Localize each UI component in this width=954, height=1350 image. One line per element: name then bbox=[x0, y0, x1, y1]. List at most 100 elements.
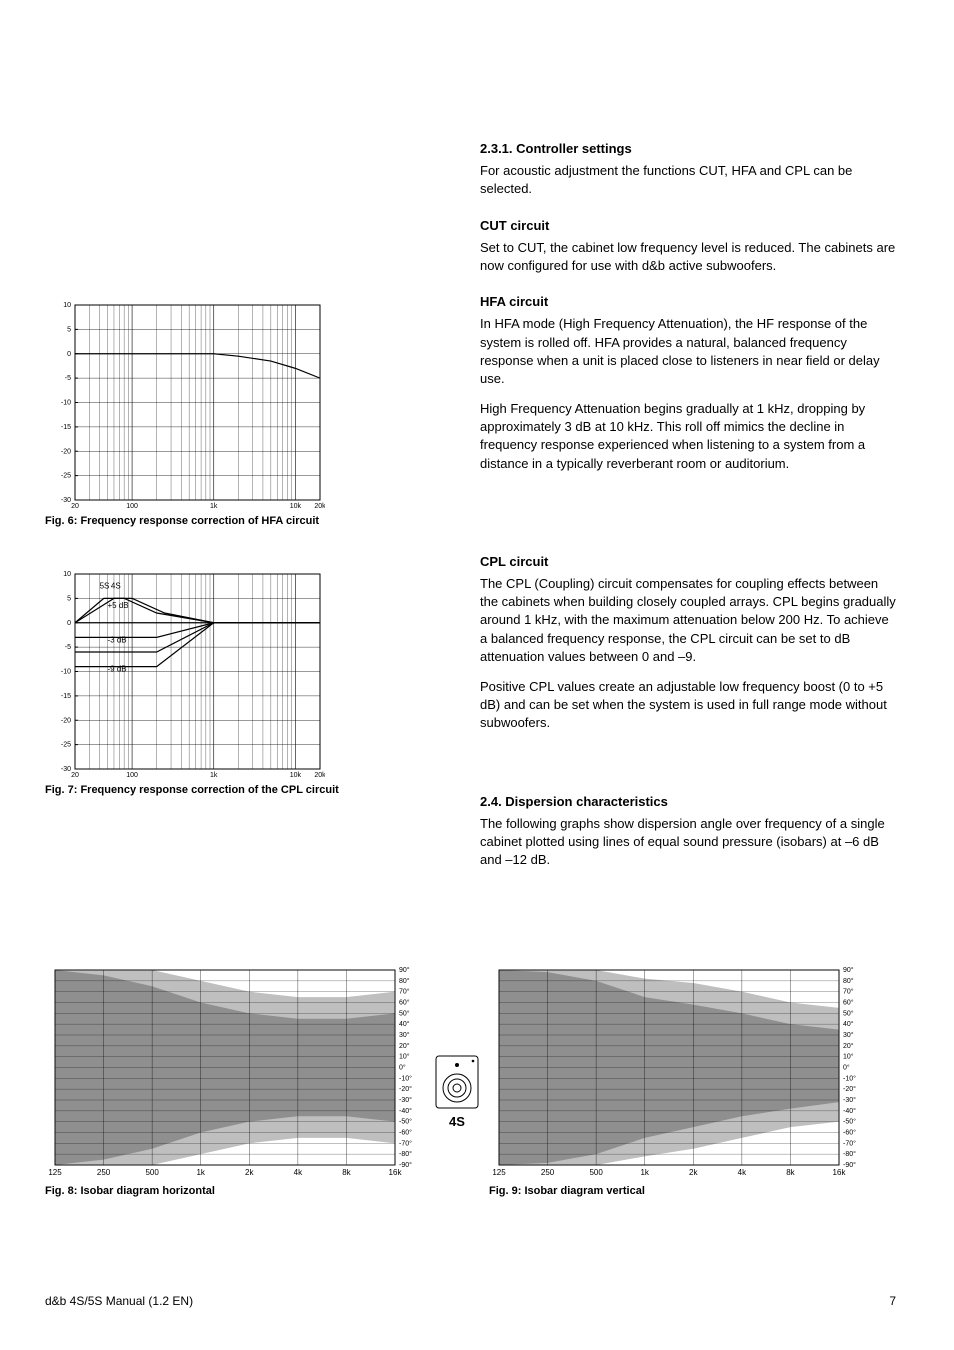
svg-text:4S: 4S bbox=[111, 582, 121, 591]
svg-text:16k: 16k bbox=[389, 1168, 403, 1177]
svg-text:10°: 10° bbox=[399, 1053, 410, 1061]
heading-dispersion: 2.4. Dispersion characteristics bbox=[480, 793, 896, 811]
svg-text:-30°: -30° bbox=[399, 1096, 412, 1104]
svg-text:10k: 10k bbox=[290, 503, 302, 510]
svg-text:1k: 1k bbox=[210, 772, 218, 779]
svg-text:-10°: -10° bbox=[843, 1074, 856, 1082]
svg-text:20: 20 bbox=[71, 503, 79, 510]
svg-text:250: 250 bbox=[541, 1168, 555, 1177]
svg-text:1k: 1k bbox=[210, 503, 218, 510]
footer-page-number: 7 bbox=[889, 1293, 896, 1310]
footer-left: d&b 4S/5S Manual (1.2 EN) bbox=[45, 1293, 193, 1310]
svg-text:-5: -5 bbox=[65, 645, 71, 652]
speaker-label: 4S bbox=[449, 1113, 465, 1131]
svg-text:-20°: -20° bbox=[843, 1085, 856, 1093]
chart-fig8: 90°80°70°60°50°40°30°20°10°0°-10°-20°-30… bbox=[45, 965, 425, 1180]
svg-text:-80°: -80° bbox=[843, 1150, 856, 1158]
svg-text:-15: -15 bbox=[61, 424, 71, 431]
svg-text:5: 5 bbox=[67, 326, 71, 333]
p-cpl-2: Positive CPL values create an adjustable… bbox=[480, 678, 896, 733]
caption-fig9: Fig. 9: Isobar diagram vertical bbox=[489, 1184, 869, 1199]
page-footer: d&b 4S/5S Manual (1.2 EN) 7 bbox=[45, 1293, 896, 1310]
svg-text:60°: 60° bbox=[399, 999, 410, 1007]
svg-text:90°: 90° bbox=[843, 966, 854, 974]
svg-text:90°: 90° bbox=[399, 966, 410, 974]
svg-text:4k: 4k bbox=[738, 1168, 747, 1177]
svg-text:100: 100 bbox=[126, 503, 138, 510]
svg-text:250: 250 bbox=[97, 1168, 111, 1177]
svg-text:50°: 50° bbox=[843, 1009, 854, 1017]
svg-text:-50°: -50° bbox=[399, 1118, 412, 1126]
svg-text:125: 125 bbox=[48, 1168, 62, 1177]
svg-text:20k: 20k bbox=[314, 772, 325, 779]
svg-text:8k: 8k bbox=[342, 1168, 351, 1177]
svg-text:70°: 70° bbox=[843, 988, 854, 996]
p-hfa-1: In HFA mode (High Frequency Attenuation)… bbox=[480, 315, 896, 388]
heading-cut: CUT circuit bbox=[480, 217, 896, 235]
svg-text:16k: 16k bbox=[833, 1168, 847, 1177]
svg-text:80°: 80° bbox=[843, 977, 854, 985]
svg-text:0: 0 bbox=[67, 620, 71, 627]
svg-text:-20: -20 bbox=[61, 718, 71, 725]
p-cut: Set to CUT, the cabinet low frequency le… bbox=[480, 239, 896, 275]
svg-text:500: 500 bbox=[145, 1168, 159, 1177]
section-cpl: CPL circuit The CPL (Coupling) circuit c… bbox=[480, 553, 896, 733]
svg-text:2k: 2k bbox=[689, 1168, 698, 1177]
svg-text:-50°: -50° bbox=[843, 1118, 856, 1126]
svg-text:60°: 60° bbox=[843, 999, 854, 1007]
p-cpl-1: The CPL (Coupling) circuit compensates f… bbox=[480, 575, 896, 666]
svg-text:10k: 10k bbox=[290, 772, 302, 779]
speaker-icon-4s: 4S bbox=[435, 1055, 479, 1131]
svg-text:2k: 2k bbox=[245, 1168, 254, 1177]
svg-text:-25: -25 bbox=[61, 473, 71, 480]
svg-text:-30°: -30° bbox=[843, 1096, 856, 1104]
speaker-icon bbox=[435, 1055, 479, 1109]
svg-text:80°: 80° bbox=[399, 977, 410, 985]
svg-text:20k: 20k bbox=[314, 503, 325, 510]
heading-controller: 2.3.1. Controller settings bbox=[480, 140, 896, 158]
svg-text:-9 dB: -9 dB bbox=[107, 665, 126, 674]
svg-text:-30: -30 bbox=[61, 766, 71, 773]
svg-text:-3 dB: -3 dB bbox=[107, 636, 126, 645]
svg-text:-60°: -60° bbox=[399, 1129, 412, 1137]
svg-text:5: 5 bbox=[67, 596, 71, 603]
section-cut: CUT circuit Set to CUT, the cabinet low … bbox=[480, 217, 896, 276]
svg-text:-80°: -80° bbox=[399, 1150, 412, 1158]
svg-text:0: 0 bbox=[67, 351, 71, 358]
heading-cpl: CPL circuit bbox=[480, 553, 896, 571]
svg-text:70°: 70° bbox=[399, 988, 410, 996]
p-controller-intro: For acoustic adjustment the functions CU… bbox=[480, 162, 896, 198]
svg-text:4k: 4k bbox=[294, 1168, 303, 1177]
svg-text:100: 100 bbox=[126, 772, 138, 779]
p-hfa-2: High Frequency Attenuation begins gradua… bbox=[480, 400, 896, 473]
svg-text:40°: 40° bbox=[843, 1020, 854, 1028]
section-controller-settings: 2.3.1. Controller settings For acoustic … bbox=[480, 140, 896, 199]
svg-text:0°: 0° bbox=[399, 1064, 406, 1072]
svg-text:-10: -10 bbox=[61, 669, 71, 676]
section-dispersion: 2.4. Dispersion characteristics The foll… bbox=[480, 793, 896, 870]
chart-fig9: 90°80°70°60°50°40°30°20°10°0°-10°-20°-30… bbox=[489, 965, 869, 1180]
svg-text:-20°: -20° bbox=[399, 1085, 412, 1093]
chart-fig7: 1050-5-10-15-20-25-30201001k10k20k5S4S+5… bbox=[45, 569, 325, 779]
chart-fig6: 1050-5-10-15-20-25-30201001k10k20k bbox=[45, 300, 325, 510]
svg-text:10°: 10° bbox=[843, 1053, 854, 1061]
svg-text:-5: -5 bbox=[65, 375, 71, 382]
svg-text:30°: 30° bbox=[843, 1031, 854, 1039]
svg-text:125: 125 bbox=[492, 1168, 506, 1177]
svg-text:30°: 30° bbox=[399, 1031, 410, 1039]
svg-text:20: 20 bbox=[71, 772, 79, 779]
caption-fig6: Fig. 6: Frequency response correction of… bbox=[45, 514, 365, 529]
caption-fig7: Fig. 7: Frequency response correction of… bbox=[45, 783, 365, 798]
svg-text:-25: -25 bbox=[61, 742, 71, 749]
svg-text:+5 dB: +5 dB bbox=[107, 602, 128, 611]
svg-text:-40°: -40° bbox=[399, 1107, 412, 1115]
svg-text:-20: -20 bbox=[61, 448, 71, 455]
svg-text:-15: -15 bbox=[61, 693, 71, 700]
svg-text:40°: 40° bbox=[399, 1020, 410, 1028]
caption-fig8: Fig. 8: Isobar diagram horizontal bbox=[45, 1184, 425, 1199]
svg-text:5S: 5S bbox=[100, 582, 110, 591]
svg-text:-10°: -10° bbox=[399, 1074, 412, 1082]
svg-text:10: 10 bbox=[63, 302, 71, 309]
svg-text:-70°: -70° bbox=[399, 1139, 412, 1147]
svg-text:0°: 0° bbox=[843, 1064, 850, 1072]
